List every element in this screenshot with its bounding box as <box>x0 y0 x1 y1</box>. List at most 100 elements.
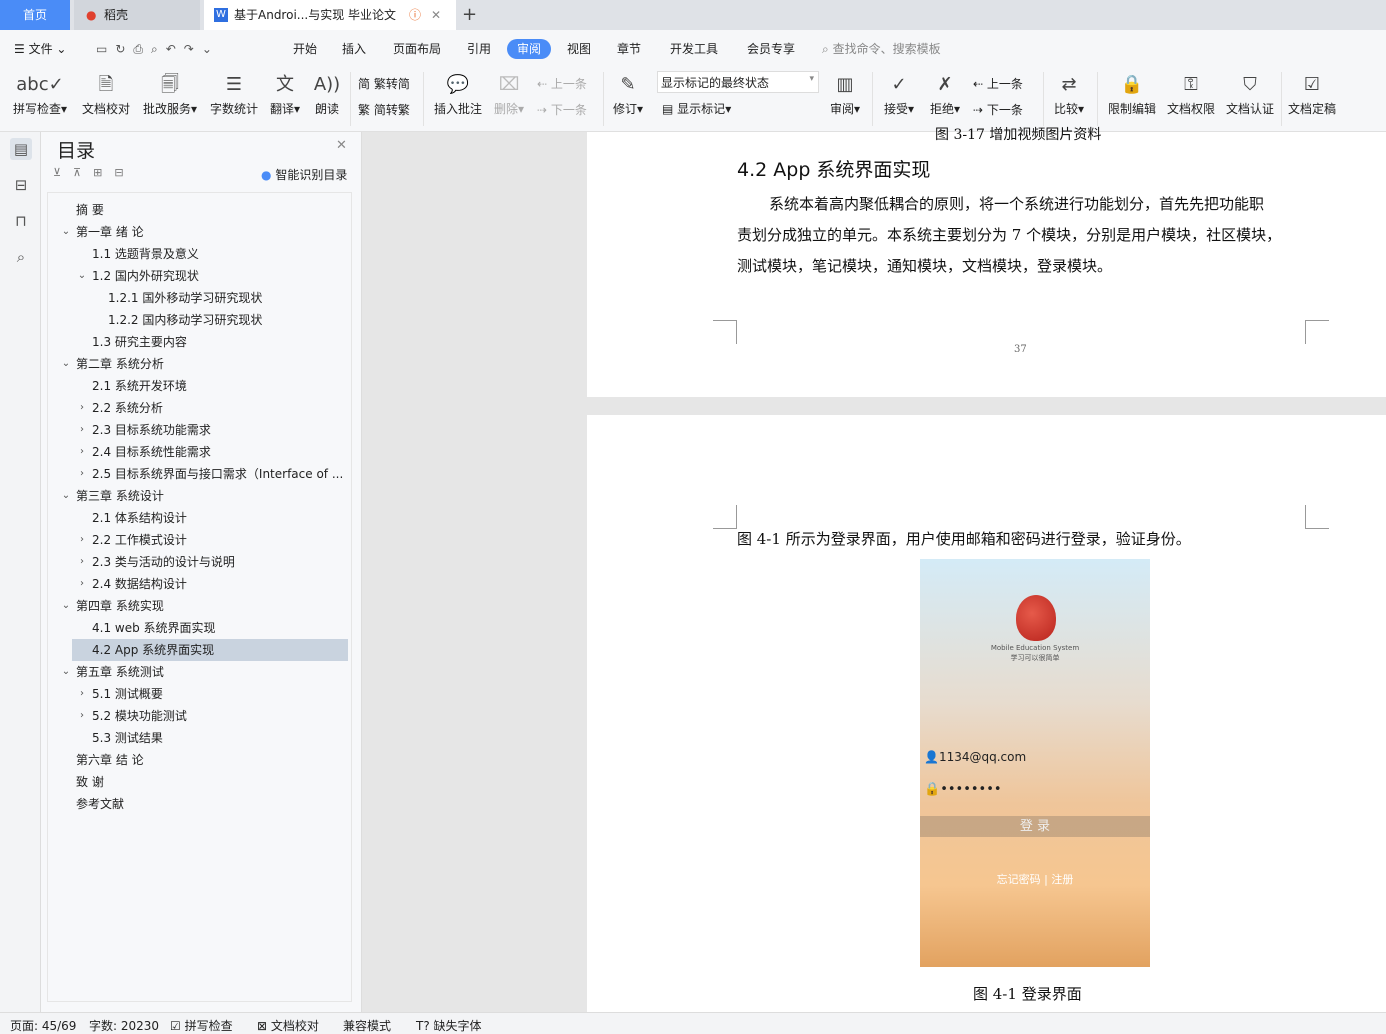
toc-item[interactable]: 5.1 测试概要› <box>48 683 351 705</box>
toc-item[interactable]: 2.2 系统分析› <box>48 397 351 419</box>
toc-item[interactable]: 1.2.2 国内移动学习研究现状 <box>48 309 351 331</box>
next-comment-button[interactable]: ⇢ 下一条 <box>537 101 587 118</box>
doc-cert-button[interactable]: ⛉文档认证 <box>1224 70 1276 117</box>
tab-document[interactable]: W基于Androi...与实现 毕业论文ⓘ✕ <box>204 0 456 30</box>
spell-check-button[interactable]: abc✓拼写检查▾ <box>10 70 70 117</box>
bookmark-icon[interactable]: ⊓ <box>10 210 32 232</box>
chevron-right-icon[interactable]: › <box>76 705 88 727</box>
chevron-down-icon[interactable]: ⌄ <box>60 353 72 375</box>
translate-button[interactable]: 文翻译▾ <box>266 70 304 117</box>
simp-to-trad-button[interactable]: 繁 简转繁 <box>358 101 410 118</box>
menu-devtools[interactable]: 开发工具 <box>670 39 718 59</box>
menu-member[interactable]: 会员专享 <box>747 39 795 59</box>
toc-item[interactable]: 1.2 国内外研究现状⌄ <box>48 265 351 287</box>
prev-comment-button[interactable]: ⇠ 上一条 <box>537 75 587 92</box>
toc-item[interactable]: 2.4 数据结构设计› <box>48 573 351 595</box>
chevron-down-icon[interactable]: ⌄ <box>60 485 72 507</box>
toc-item[interactable]: 摘 要 <box>48 199 351 221</box>
chevron-right-icon[interactable]: › <box>76 683 88 705</box>
menu-reference[interactable]: 引用 <box>467 39 491 59</box>
menu-review[interactable]: 审阅 <box>507 39 551 59</box>
finalize-button[interactable]: ☑文档定稿 <box>1286 70 1338 117</box>
chevron-right-icon[interactable]: › <box>76 551 88 573</box>
spell-check-status[interactable]: ☑ 拼写检查 <box>170 1017 233 1034</box>
toc-item[interactable]: 第四章 系统实现⌄ <box>48 595 351 617</box>
chevron-down-icon[interactable]: ⌄ <box>60 221 72 243</box>
display-mode-select[interactable]: 显示标记的最终状态▾ <box>657 71 819 93</box>
proofread-status[interactable]: ⊠ 文档校对 <box>257 1017 319 1034</box>
read-aloud-button[interactable]: A))朗读 <box>310 70 344 117</box>
toc-item-label: 2.4 目标系统性能需求 <box>92 441 211 463</box>
proofread-icon: 🗎 <box>80 70 132 100</box>
chevron-right-icon[interactable]: › <box>76 529 88 551</box>
missing-font-status[interactable]: T? 缺失字体 <box>416 1017 482 1034</box>
new-tab-button[interactable]: + <box>462 0 477 30</box>
menu-chapter[interactable]: 章节 <box>617 39 641 59</box>
toc-tools[interactable]: ⊻⊼⊞⊟ <box>53 166 136 179</box>
toc-item[interactable]: 4.1 web 系统界面实现 <box>48 617 351 639</box>
menu-insert[interactable]: 插入 <box>342 39 366 59</box>
toc-item[interactable]: 2.3 类与活动的设计与说明› <box>48 551 351 573</box>
chevron-down-icon[interactable]: ⌄ <box>76 265 88 287</box>
prev-change-button[interactable]: ⇠ 上一条 <box>973 75 1023 92</box>
smart-toc-button[interactable]: ● 智能识别目录 <box>261 166 347 183</box>
chevron-right-icon[interactable]: › <box>76 573 88 595</box>
toc-item[interactable]: 第一章 绪 论⌄ <box>48 221 351 243</box>
doc-rights-button[interactable]: ⚿文档权限 <box>1165 70 1217 117</box>
show-marks-button[interactable]: ▤ 显示标记▾ <box>662 100 731 117</box>
file-menu[interactable]: ☰ 文件 ⌄ <box>14 39 66 59</box>
label: 批改服务 <box>143 102 191 116</box>
chevron-right-icon[interactable]: › <box>76 463 88 485</box>
correction-service-button[interactable]: 🗐批改服务▾ <box>140 70 200 117</box>
tab-daoke[interactable]: ●稻壳 <box>74 0 200 30</box>
tab-home[interactable]: 首页 <box>0 0 70 30</box>
toc-item[interactable]: 2.2 工作模式设计› <box>48 529 351 551</box>
delete-comment-button[interactable]: ⌧删除▾ <box>490 70 528 117</box>
toc-item[interactable]: 2.3 目标系统功能需求› <box>48 419 351 441</box>
chevron-down-icon[interactable]: ⌄ <box>60 661 72 683</box>
toc-item[interactable]: 2.1 体系结构设计 <box>48 507 351 529</box>
nav-tree-icon[interactable]: ⊟ <box>10 174 32 196</box>
toc-item[interactable]: 参考文献 <box>48 793 351 815</box>
chevron-right-icon[interactable]: › <box>76 441 88 463</box>
toc-item[interactable]: 2.1 系统开发环境 <box>48 375 351 397</box>
menu-layout[interactable]: 页面布局 <box>393 39 441 59</box>
compare-button[interactable]: ⇄比较▾ <box>1050 70 1088 117</box>
word-count[interactable]: 字数: 20230 <box>89 1017 159 1034</box>
restrict-edit-button[interactable]: 🔒限制编辑 <box>1106 70 1158 117</box>
toc-item[interactable]: 4.2 App 系统界面实现 <box>72 639 348 661</box>
menu-view[interactable]: 视图 <box>567 39 591 59</box>
close-panel-icon[interactable]: ✕ <box>336 138 347 153</box>
toc-item[interactable]: 2.5 目标系统界面与接口需求（Interface of ...› <box>48 463 351 485</box>
trad-to-simp-button[interactable]: 简 繁转简 <box>358 75 410 92</box>
toc-panel-icon[interactable]: ▤ <box>10 138 32 160</box>
review-pane-button[interactable]: ▥审阅▾ <box>826 70 864 117</box>
page-indicator[interactable]: 页面: 45/69 <box>10 1017 76 1034</box>
insert-comment-button[interactable]: 💬插入批注 <box>432 70 484 117</box>
close-tab-icon[interactable]: ✕ <box>431 0 441 30</box>
toc-item[interactable]: 1.3 研究主要内容 <box>48 331 351 353</box>
toc-item[interactable]: 1.2.1 国外移动学习研究现状 <box>48 287 351 309</box>
toc-item[interactable]: 致 谢 <box>48 771 351 793</box>
chevron-right-icon[interactable]: › <box>76 397 88 419</box>
accept-button[interactable]: ✓接受▾ <box>880 70 918 117</box>
next-change-button[interactable]: ⇢ 下一条 <box>973 101 1023 118</box>
quick-access-toolbar[interactable]: ▭↻⎙⌕↶↷⌄ <box>96 39 220 59</box>
search-icon[interactable]: ⌕ <box>10 246 32 268</box>
toc-item[interactable]: 第六章 结 论 <box>48 749 351 771</box>
toc-item[interactable]: 第三章 系统设计⌄ <box>48 485 351 507</box>
chevron-right-icon[interactable]: › <box>76 419 88 441</box>
track-changes-button[interactable]: ✎修订▾ <box>610 70 646 117</box>
toc-item[interactable]: 2.4 目标系统性能需求› <box>48 441 351 463</box>
toc-item[interactable]: 第二章 系统分析⌄ <box>48 353 351 375</box>
toc-item[interactable]: 1.1 选题背景及意义 <box>48 243 351 265</box>
command-search[interactable]: ⌕ 查找命令、搜索模板 <box>822 39 941 59</box>
reject-button[interactable]: ✗拒绝▾ <box>926 70 964 117</box>
word-count-button[interactable]: ☰字数统计 <box>208 70 260 117</box>
toc-item[interactable]: 5.3 测试结果 <box>48 727 351 749</box>
toc-item[interactable]: 第五章 系统测试⌄ <box>48 661 351 683</box>
chevron-down-icon[interactable]: ⌄ <box>60 595 72 617</box>
menu-start[interactable]: 开始 <box>293 39 317 59</box>
toc-item[interactable]: 5.2 模块功能测试› <box>48 705 351 727</box>
proofread-button[interactable]: 🗎文档校对 <box>80 70 132 117</box>
